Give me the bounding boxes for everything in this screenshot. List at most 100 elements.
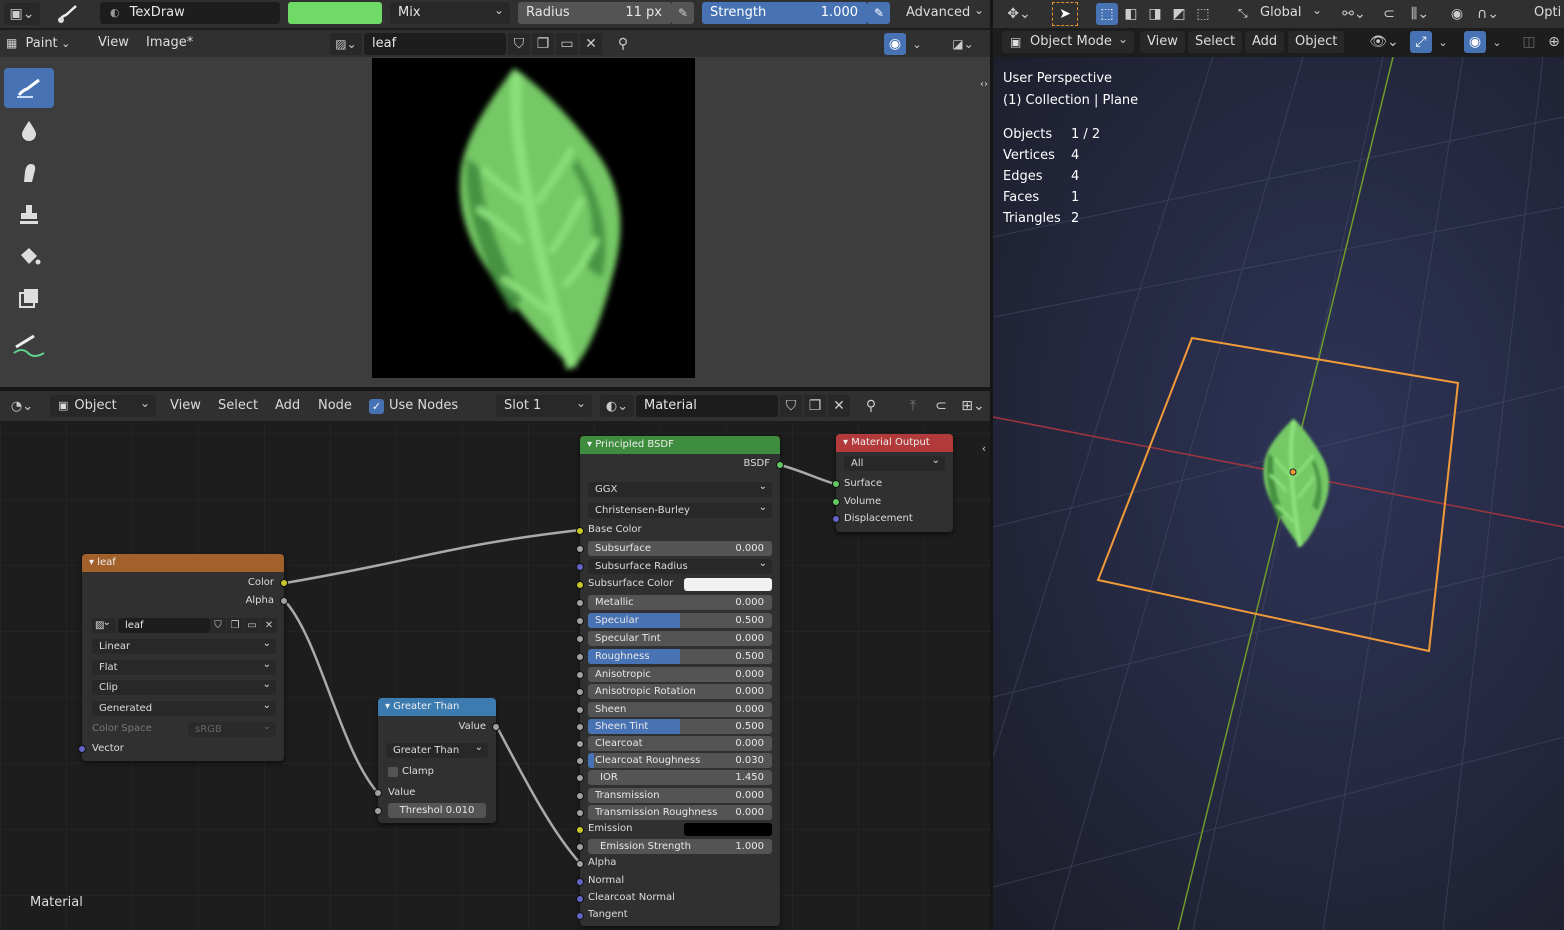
transmission-roughness-socket[interactable] [576, 809, 584, 817]
specular-socket[interactable] [576, 617, 584, 625]
principled-bsdf-node[interactable]: ▾ Principled BSDF BSDF GGX Christensen-B… [576, 436, 784, 926]
select-subtract-mode-icon[interactable]: ◨ [1144, 3, 1166, 25]
clearcoat-field[interactable]: Clearcoat 0.000 [588, 736, 772, 751]
anisotropic-field[interactable]: Anisotropic 0.000 [588, 667, 772, 682]
clearcoat-socket[interactable] [576, 740, 584, 748]
sheen-socket[interactable] [576, 706, 584, 714]
subsurface-field[interactable]: Subsurface 0.000 [588, 541, 772, 556]
node-image-unlink-icon[interactable]: ✕ [261, 618, 277, 633]
material-output-node[interactable]: ▾ Material Output All Surface Volume Dis… [832, 434, 953, 532]
viewport-menu-object[interactable]: Object [1288, 31, 1345, 53]
clearcoat-roughness-field[interactable]: Clearcoat Roughness 0.030 [588, 753, 772, 768]
select-invert-mode-icon[interactable]: ◩ [1168, 3, 1190, 25]
projection-select[interactable]: Flat [92, 657, 276, 675]
select-tool-icon[interactable]: ➤ [1052, 2, 1078, 26]
snap-target-icon[interactable]: ⫼⌄ [1402, 3, 1438, 25]
normal-socket[interactable] [576, 878, 584, 886]
math-input-value-socket[interactable] [374, 789, 382, 797]
subsurface-radius-select[interactable]: Subsurface Radius [588, 556, 772, 574]
anisotropic-rotation-field[interactable]: Anisotropic Rotation 0.000 [588, 684, 772, 699]
math-greater-than-node[interactable]: ▾ Greater Than Value Greater Than Clamp … [374, 698, 500, 823]
material-output-header[interactable]: ▾ Material Output [836, 434, 953, 452]
sheen-field[interactable]: Sheen 0.000 [588, 702, 772, 717]
ior-socket[interactable] [576, 774, 584, 782]
subsurface-method-select[interactable]: Christensen-Burley [588, 500, 772, 518]
volume-socket[interactable] [832, 498, 840, 506]
specular-tint-socket[interactable] [576, 635, 584, 643]
base-color-socket[interactable] [576, 527, 584, 535]
alpha-socket[interactable] [576, 860, 584, 868]
node-image-name-field[interactable]: leaf [118, 618, 210, 633]
math-output-value-socket[interactable] [492, 723, 500, 731]
viewport-menu-select[interactable]: Select [1188, 31, 1243, 53]
transmission-roughness-field[interactable]: Transmission Roughness 0.000 [588, 805, 772, 820]
gizmo-toggle-icon[interactable]: ⤢ [1410, 31, 1432, 53]
emission-socket[interactable] [576, 826, 584, 834]
specular-field[interactable]: Specular 0.500 [588, 613, 772, 628]
emission-strength-field[interactable]: Emission Strength 1.000 [588, 839, 772, 854]
gizmo-dropdown-icon[interactable]: ⌄ [1434, 31, 1452, 53]
anisotropic-rotation-socket[interactable] [576, 688, 584, 696]
select-box-mode-icon[interactable]: ⬚ [1096, 3, 1118, 25]
transmission-socket[interactable] [576, 792, 584, 800]
viewport-menu-add[interactable]: Add [1245, 31, 1285, 53]
tangent-socket[interactable] [576, 912, 584, 920]
proportional-falloff-icon[interactable]: ∩⌄ [1470, 3, 1506, 25]
transmission-field[interactable]: Transmission 0.000 [588, 788, 772, 803]
viewport-shading-icon[interactable]: ⊕ [1544, 31, 1564, 53]
input-vector-socket[interactable] [78, 745, 86, 753]
threshold-socket[interactable] [374, 807, 382, 815]
viewport-overlay-dropdown-icon[interactable]: ⌄ [1488, 31, 1506, 53]
snap-toggle-icon[interactable]: ⊂ [1378, 3, 1400, 25]
threshold-field[interactable]: Threshol 0.010 [388, 803, 486, 818]
object-mode-select[interactable]: ▣ Object Mode [1002, 31, 1134, 53]
viewport-overlay-toggle-icon[interactable]: ◉ [1464, 31, 1486, 53]
visibility-eye-icon[interactable]: 👁⌄ [1366, 31, 1402, 53]
emission-strength-socket[interactable] [576, 843, 584, 851]
select-intersect-mode-icon[interactable]: ⬚ [1192, 3, 1214, 25]
node-image-new-icon[interactable]: ❐ [227, 618, 243, 633]
clamp-checkbox[interactable] [388, 767, 398, 777]
roughness-socket[interactable] [576, 653, 584, 661]
interpolation-select[interactable]: Linear [92, 636, 276, 654]
clearcoat-normal-socket[interactable] [576, 895, 584, 903]
specular-tint-field[interactable]: Specular Tint 0.000 [588, 631, 772, 646]
image-texture-node[interactable]: ▾ leaf Color Alpha ▨ leaf ⛉ ❐ ▭ ✕ Linear… [78, 554, 288, 761]
pivot-point-icon[interactable]: ⚯⌄ [1336, 3, 1372, 25]
sheen-tint-field[interactable]: Sheen Tint 0.500 [588, 719, 772, 734]
node-image-browse[interactable]: ▨ [92, 615, 116, 633]
metallic-field[interactable]: Metallic 0.000 [588, 595, 772, 610]
proportional-edit-icon[interactable]: ◉ [1446, 3, 1468, 25]
distribution-select[interactable]: GGX [588, 479, 772, 497]
roughness-field[interactable]: Roughness 0.500 [588, 649, 772, 664]
bsdf-node-header[interactable]: ▾ Principled BSDF [580, 436, 780, 454]
bsdf-output-socket[interactable] [776, 461, 784, 469]
output-color-socket[interactable] [280, 579, 288, 587]
xray-toggle-icon[interactable]: ◫ [1518, 31, 1540, 53]
sheen-tint-socket[interactable] [576, 723, 584, 731]
output-target-select[interactable]: All [844, 453, 945, 471]
extension-select[interactable]: Clip [92, 677, 276, 695]
area-divider-horizontal[interactable] [0, 387, 990, 391]
viewport-editor-type-icon[interactable]: ✥⌄ [1000, 3, 1038, 25]
emission-color-swatch[interactable] [684, 823, 772, 836]
subsurface-color-socket[interactable] [576, 581, 584, 589]
options-popover[interactable]: Opti [1528, 2, 1564, 24]
ior-field[interactable]: IOR 1.450 [588, 770, 772, 785]
subsurface-radius-socket[interactable] [576, 563, 584, 571]
viewport-menu-view[interactable]: View [1140, 31, 1185, 53]
source-select[interactable]: Generated [92, 698, 276, 716]
anisotropic-socket[interactable] [576, 671, 584, 679]
clearcoat-roughness-socket[interactable] [576, 757, 584, 765]
metallic-socket[interactable] [576, 599, 584, 607]
select-extend-mode-icon[interactable]: ◧ [1120, 3, 1142, 25]
surface-socket[interactable] [832, 480, 840, 488]
output-alpha-socket[interactable] [280, 597, 288, 605]
transform-orientation-select[interactable]: ⤡ Global [1232, 2, 1328, 24]
node-image-open-icon[interactable]: ▭ [244, 618, 260, 633]
node-image-fake-user-icon[interactable]: ⛉ [210, 618, 226, 633]
math-operation-select[interactable]: Greater Than [386, 740, 488, 758]
displacement-socket[interactable] [832, 515, 840, 523]
math-node-header[interactable]: ▾ Greater Than [378, 698, 496, 716]
subsurface-color-swatch[interactable] [684, 578, 772, 591]
